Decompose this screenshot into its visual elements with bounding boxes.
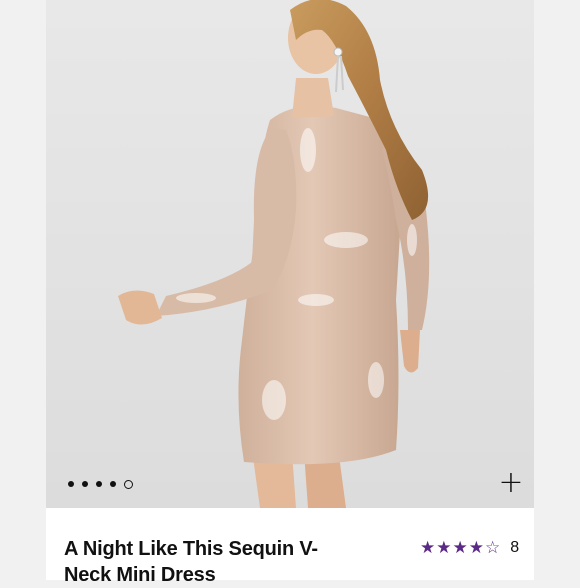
product-image[interactable]: [46, 0, 534, 508]
star-icon: ★: [452, 538, 468, 558]
plus-icon[interactable]: +: [497, 468, 525, 498]
review-count: 8: [510, 539, 520, 556]
star-icon: ★: [468, 538, 484, 558]
star-outline-icon: ☆: [485, 538, 501, 558]
carousel-dot[interactable]: [68, 481, 74, 487]
carousel-dot[interactable]: [96, 481, 102, 487]
carousel-dot-active[interactable]: [124, 479, 133, 489]
product-info: A Night Like This Sequin V-Neck Mini Dre…: [46, 508, 534, 586]
carousel-dot[interactable]: [82, 481, 88, 487]
model-photo: [118, 0, 430, 508]
star-icon: ★: [420, 538, 436, 558]
product-title: A Night Like This Sequin V-Neck Mini Dre…: [64, 538, 318, 586]
star-icon: ★: [436, 538, 452, 558]
rating[interactable]: ★ ★ ★ ★ ☆ 8: [420, 539, 519, 557]
carousel-dot[interactable]: [110, 481, 116, 487]
star-rating: ★ ★ ★ ★ ☆: [420, 539, 500, 557]
carousel-pagination[interactable]: [68, 478, 133, 490]
